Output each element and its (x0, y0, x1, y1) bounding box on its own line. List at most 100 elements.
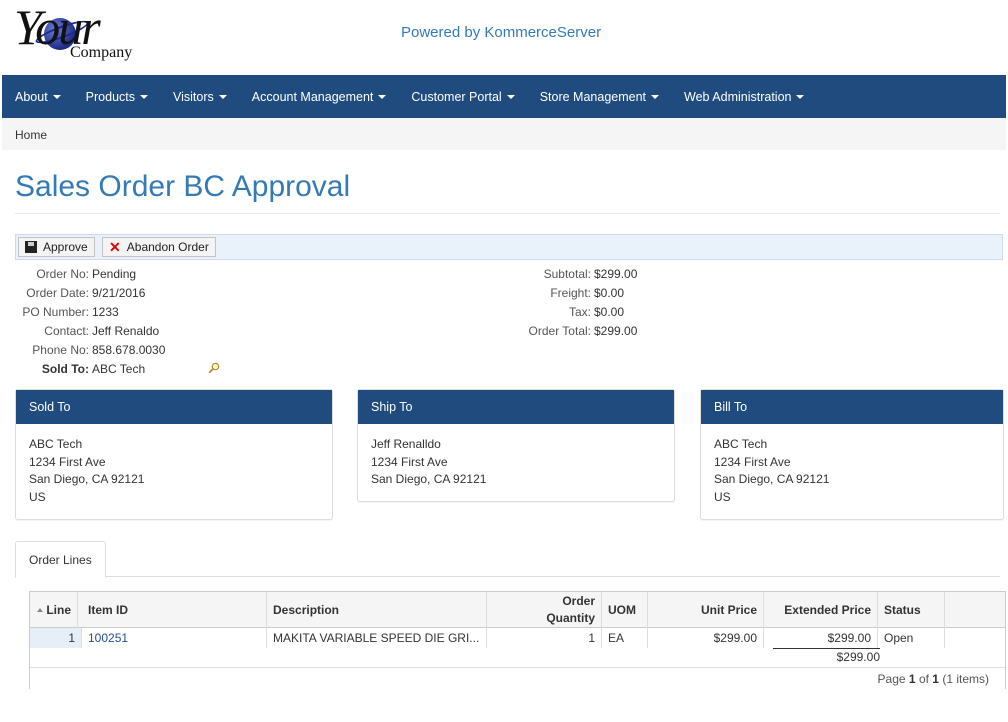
powered-by-text: Powered by KommerceServer (401, 24, 602, 41)
pager-prefix: Page (877, 671, 906, 686)
title-divider (15, 213, 1000, 214)
address-line: San Diego, CA 92121 (714, 472, 830, 486)
tax-row: Tax: $0.00 (500, 305, 660, 324)
contact-link[interactable]: Jeff Renaldo (89, 324, 159, 343)
column-header-extended-price[interactable]: Extended Price (764, 592, 878, 628)
order-totals: Subtotal: $299.00 Freight: $0.00 Tax: $0.00… (500, 267, 660, 343)
po-number-value: 1233 (92, 305, 119, 319)
freight-value: $0.00 (594, 286, 625, 300)
nav-products[interactable]: Products (85, 89, 149, 104)
subtotal-value: $299.00 (594, 267, 638, 281)
nav-customer-portal-label: Customer Portal (411, 89, 502, 104)
pager-total-pages: 1 (932, 671, 939, 686)
sort-ascending-icon (37, 608, 44, 612)
nav-about-label: About (15, 89, 48, 104)
logo-company-text: Company (70, 44, 133, 61)
contact-row: Contact: Jeff Renaldo (15, 324, 235, 343)
address-line: 1234 First Ave (29, 454, 106, 469)
nav-visitors[interactable]: Visitors (173, 90, 227, 104)
pager-current-page: 1 (908, 671, 916, 686)
order-info: Order No: Pending Order Date: 9/21/2016 PO… (15, 267, 235, 381)
item-id-link-text[interactable]: 100251 (88, 631, 128, 645)
order-total-label: Order Total: (528, 324, 591, 338)
nav-store-management-label: Store Management (539, 89, 647, 104)
tax-value: $0.00 (594, 305, 625, 319)
nav-web-administration[interactable]: Web Administration (684, 89, 805, 104)
ship-to-address: Jeff Renalldo 1234 First Ave San Diego, … (358, 424, 674, 501)
column-header-order-quantity-line2: Quantity (546, 611, 595, 625)
column-header-order-quantity-line1: Order (562, 594, 595, 608)
column-header-order-quantity[interactable]: Order Quantity (487, 592, 602, 628)
table-row[interactable]: 1 100251 MAKITA VARIABLE SPEED DIE GRI..… (30, 628, 1005, 648)
column-header-item-id[interactable]: Item ID (82, 592, 267, 628)
bill-to-address: ABC Tech 1234 First Ave San Diego, CA 92… (701, 424, 1003, 518)
freight-row: Freight: $0.00 (500, 286, 660, 305)
action-toolbar: Approve ✕ Abandon Order (15, 234, 1003, 260)
address-line: San Diego, CA 92121 (371, 472, 487, 486)
ship-to-panel: Ship To Jeff Renalldo 1234 First Ave San… (357, 389, 675, 502)
approve-button[interactable]: Approve (18, 237, 95, 257)
nav-products-label: Products (85, 89, 136, 104)
tab-order-lines[interactable]: Order Lines (15, 541, 106, 578)
order-date-label: Order Date: (26, 286, 89, 300)
bill-to-panel: Bill To ABC Tech 1234 First Ave San Dieg… (700, 389, 1004, 520)
caret-down-icon (651, 95, 660, 100)
cell-quantity: 1 (487, 628, 602, 648)
sold-to-link[interactable]: ABC Tech (89, 362, 145, 381)
extended-price-total: $299.00 (773, 648, 880, 665)
close-icon: ✕ (109, 239, 121, 255)
caret-down-icon (218, 95, 227, 100)
column-header-uom[interactable]: UOM (602, 592, 648, 628)
subtotal-row: Subtotal: $299.00 (500, 267, 660, 286)
cell-line: 1 (30, 628, 82, 648)
column-header-status[interactable]: Status (878, 592, 945, 628)
cell-extended-price: $299.00 (764, 628, 878, 648)
cell-uom: EA (602, 628, 648, 648)
sold-to-panel: Sold To ABC Tech 1234 First Ave San Dieg… (15, 389, 333, 520)
page-title: Sales Order BC Approval (15, 170, 351, 203)
order-date-value: 9/21/2016 (92, 286, 146, 300)
nav-account-management-label: Account Management (251, 89, 374, 104)
contact-label: Contact: (44, 324, 89, 338)
caret-down-icon (506, 95, 515, 100)
cell-status: Open (878, 628, 945, 648)
item-id-link[interactable]: 100251 (82, 628, 267, 648)
caret-down-icon (378, 95, 387, 100)
address-line: ABC Tech (29, 437, 83, 451)
address-line: 1234 First Ave (714, 454, 791, 469)
grid-pager: Page 1 of 1 (1 items) (30, 667, 1005, 689)
order-tabs: Order Lines (15, 541, 1000, 578)
column-header-unit-price[interactable]: Unit Price (648, 592, 764, 628)
nav-store-management[interactable]: Store Management (539, 89, 660, 104)
abandon-order-button[interactable]: ✕ Abandon Order (102, 237, 216, 257)
abandon-order-button-label: Abandon Order (126, 240, 209, 254)
sold-to-label: Sold To: (41, 362, 89, 376)
company-logo[interactable]: Your Company (14, 2, 144, 64)
column-header-line[interactable]: Line (30, 592, 78, 628)
nav-account-management[interactable]: Account Management (252, 90, 387, 104)
magnifier-icon[interactable] (208, 362, 220, 374)
breadcrumb-home[interactable]: Home (15, 128, 47, 142)
phone-value: 858.678.0030 (92, 343, 166, 357)
order-total-row: Order Total: $299.00 (500, 324, 660, 343)
main-navbar: About Products Visitors Account Manageme… (2, 75, 1006, 118)
nav-about[interactable]: About (15, 90, 61, 104)
grid-header: Line Item ID Description Order Quantity … (30, 592, 1005, 628)
address-line: San Diego, CA 92121 (29, 472, 145, 486)
order-no-value: Pending (92, 267, 137, 281)
nav-web-administration-label: Web Administration (684, 89, 792, 104)
order-date-row: Order Date: 9/21/2016 (15, 286, 235, 305)
address-line: 1234 First Ave (371, 454, 448, 469)
column-header-line-label: Line (46, 603, 71, 617)
pager-item-count: (1 items) (942, 671, 989, 686)
save-icon (25, 241, 37, 253)
cell-description: MAKITA VARIABLE SPEED DIE GRI... (267, 628, 487, 648)
phone-row: Phone No: 858.678.0030 (15, 343, 235, 362)
column-header-description[interactable]: Description (267, 592, 487, 628)
po-number-label: PO Number: (22, 305, 89, 319)
tax-label: Tax: (568, 305, 591, 319)
order-total-value: $299.00 (594, 324, 638, 338)
caret-down-icon (52, 95, 61, 100)
freight-label: Freight: (550, 286, 591, 300)
nav-customer-portal[interactable]: Customer Portal (411, 89, 515, 104)
